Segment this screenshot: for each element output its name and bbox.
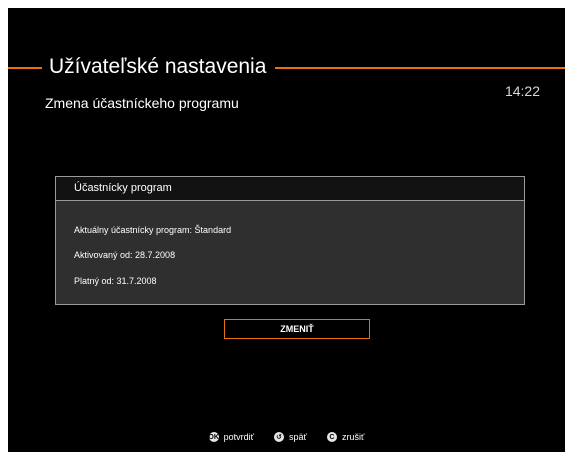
ok-key-icon: OK xyxy=(208,432,219,442)
page-subtitle: Zmena účastníckeho programu xyxy=(45,95,239,111)
cancel-key-icon: C xyxy=(326,432,337,442)
subscription-panel: Účastnícky program Aktuálny účastnícky p… xyxy=(55,176,525,305)
current-program-row: Aktuálny účastnícky program: Štandard xyxy=(74,225,232,235)
cancel-hint[interactable]: C zrušiť xyxy=(326,432,365,442)
header-line-right xyxy=(275,67,565,69)
back-label: späť xyxy=(289,432,307,442)
back-hint[interactable]: ↺ späť xyxy=(274,432,307,442)
tv-screen: Užívateľské nastavenia Zmena účastníckeh… xyxy=(8,8,565,452)
page-title: Užívateľské nastavenia xyxy=(49,55,267,78)
change-button[interactable]: ZMENIŤ xyxy=(224,319,370,339)
header-line-left xyxy=(8,67,42,69)
cancel-label: zrušiť xyxy=(341,432,365,442)
footer-hints: OK potvrdiť ↺ späť C zrušiť xyxy=(8,432,565,442)
panel-title: Účastnícky program xyxy=(56,177,524,201)
confirm-label: potvrdiť xyxy=(223,432,255,442)
activated-from-row: Aktivovaný od: 28.7.2008 xyxy=(74,250,176,260)
confirm-hint[interactable]: OK potvrdiť xyxy=(208,432,255,442)
valid-from-row: Platný od: 31.7.2008 xyxy=(74,276,157,286)
back-key-icon: ↺ xyxy=(274,432,285,442)
clock: 14:22 xyxy=(504,83,540,99)
